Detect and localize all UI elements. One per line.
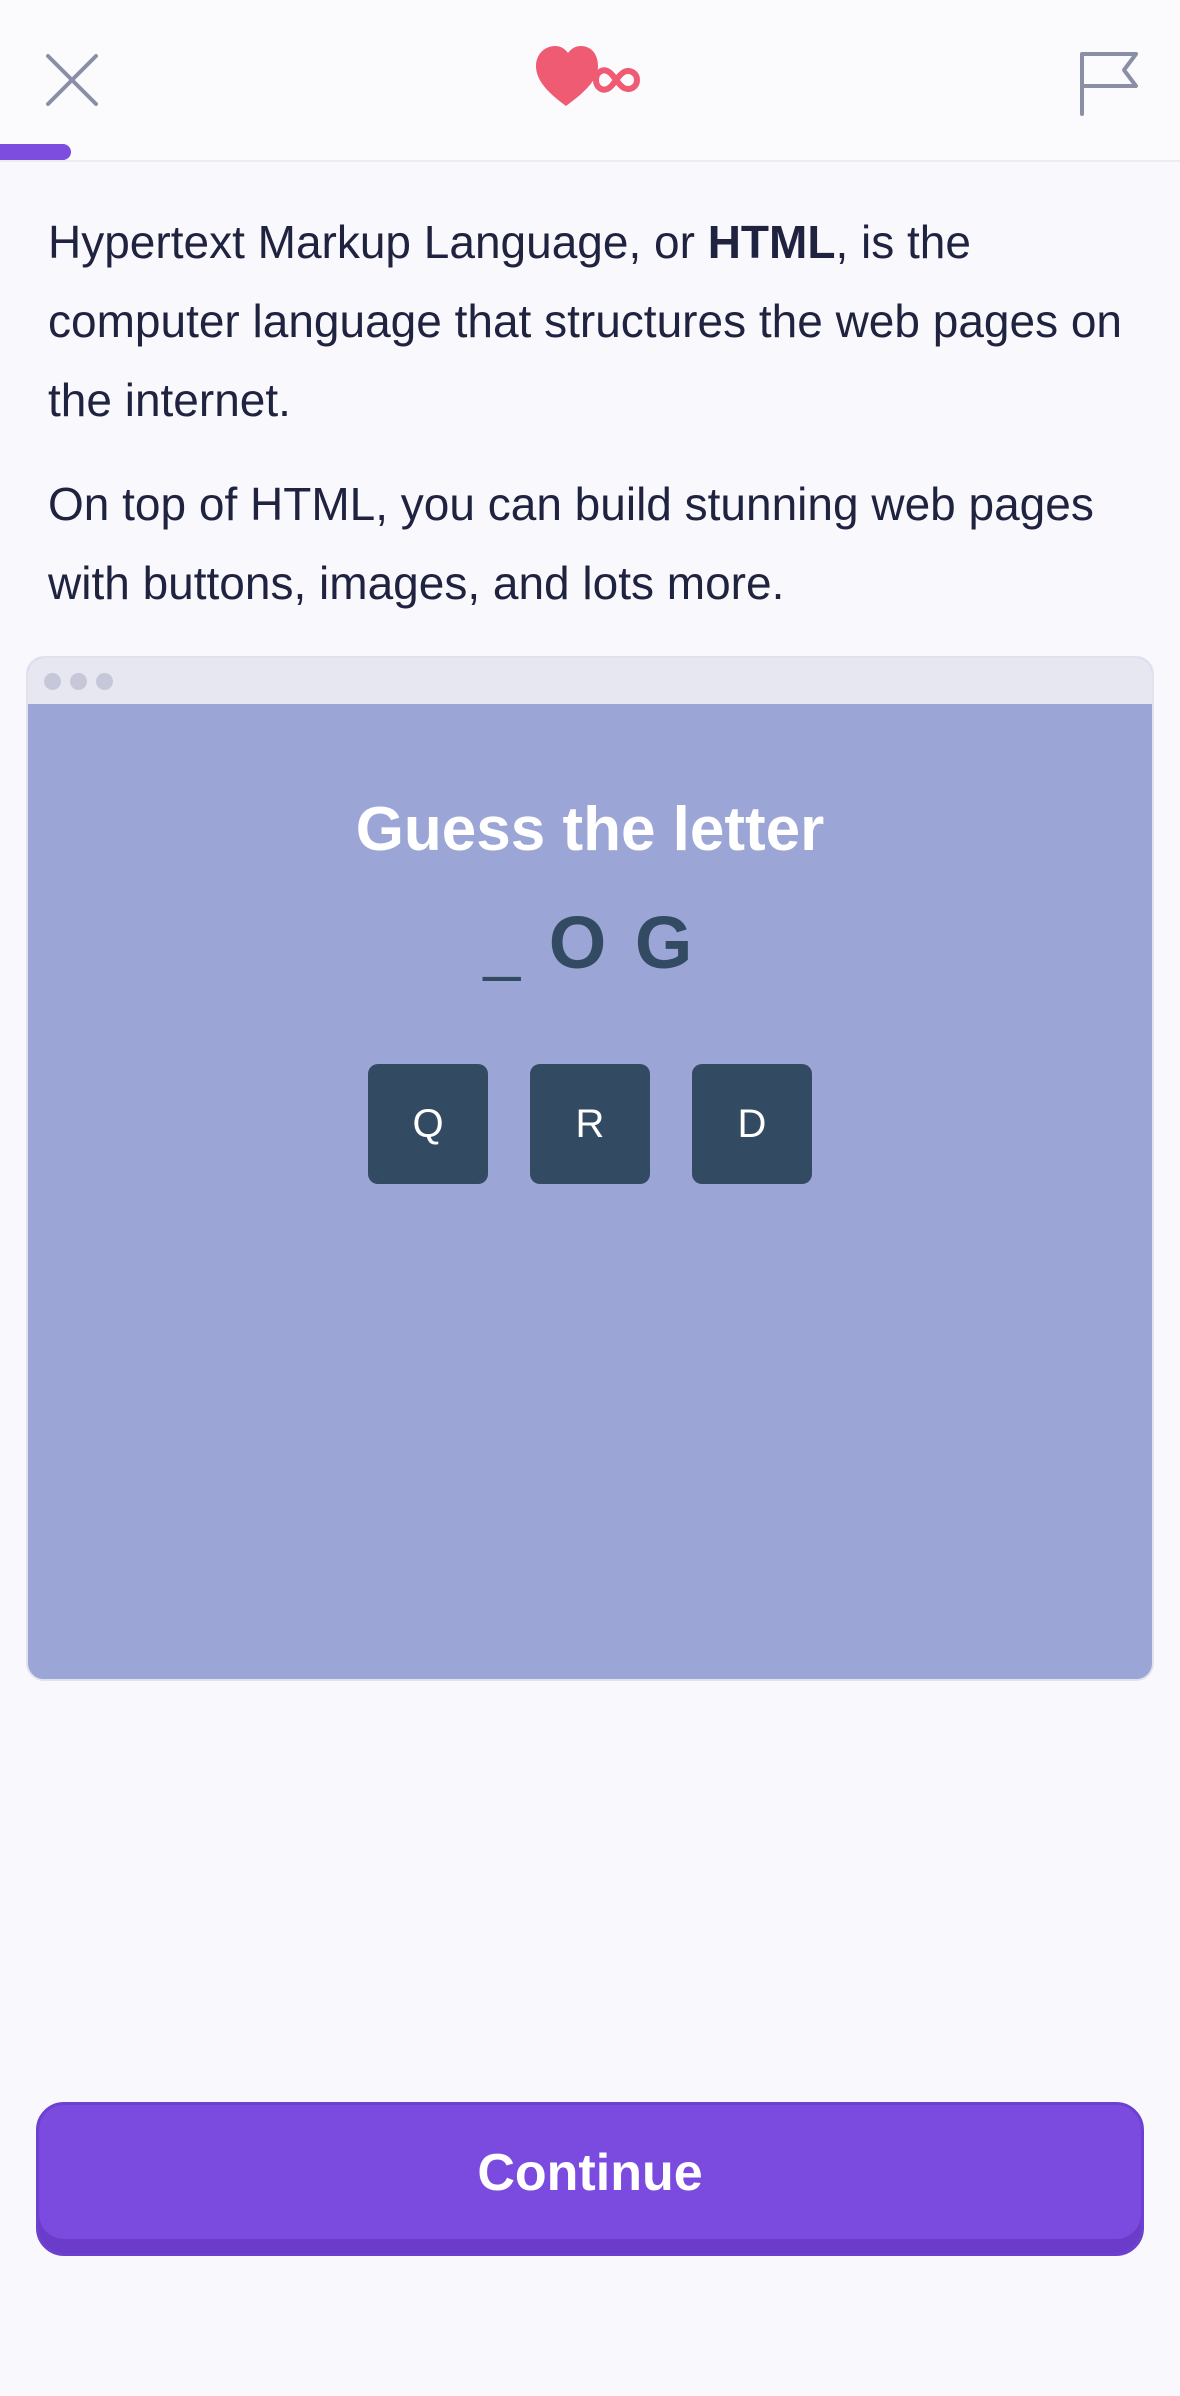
continue-button[interactable]: Continue [36, 2102, 1144, 2256]
word-letters: O G [548, 901, 697, 984]
heart-infinity-icon [536, 46, 641, 106]
html-keyword: HTML [707, 216, 836, 268]
window-dot-icon [96, 672, 113, 690]
lesson-paragraph-1: Hypertext Markup Language, or HTML, is t… [48, 216, 1123, 426]
close-icon [46, 54, 98, 106]
lesson-paragraph-2: On top of HTML, you can build stunning w… [48, 478, 1094, 609]
letter-option-button[interactable]: R [530, 1064, 650, 1184]
top-bar [0, 0, 1180, 162]
window-dot-icon [70, 672, 87, 690]
word-blank: _ [483, 908, 525, 982]
letter-option-button[interactable]: D [692, 1064, 812, 1184]
browser-preview: Guess the letter _ O G Q R D [26, 656, 1154, 1681]
close-button[interactable] [36, 44, 108, 116]
lesson-progress-bar [0, 144, 1180, 160]
browser-viewport: Guess the letter _ O G Q R D [28, 704, 1152, 1679]
game-title: Guess the letter [355, 795, 825, 864]
lesson-progress-fill [0, 144, 71, 160]
lesson-text: Hypertext Markup Language, or HTML, is t… [48, 203, 1138, 648]
lives-indicator [536, 42, 646, 114]
window-dot-icon [44, 672, 61, 690]
report-flag-button[interactable] [1072, 44, 1148, 120]
letter-option-button[interactable]: Q [368, 1064, 488, 1184]
word-puzzle: _ O G [28, 900, 1152, 985]
letter-options: Q R D [28, 1064, 1152, 1184]
browser-title-bar [28, 658, 1152, 704]
flag-icon [1080, 52, 1138, 116]
